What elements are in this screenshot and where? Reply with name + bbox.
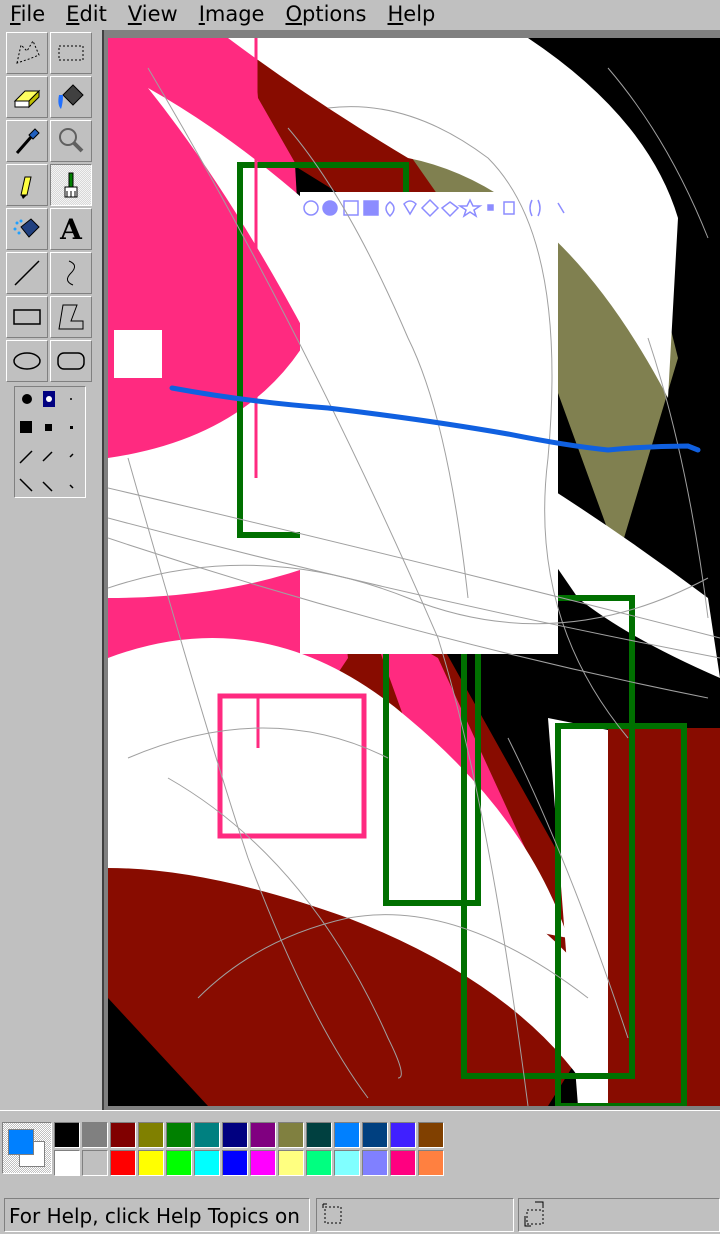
palette-swatch[interactable]	[194, 1122, 220, 1148]
menu-edit[interactable]: Edit	[56, 0, 118, 30]
pick-color-tool[interactable]	[6, 120, 48, 162]
menu-edit-key: E	[66, 2, 80, 26]
palette-swatch[interactable]	[222, 1122, 248, 1148]
select-tool[interactable]	[50, 32, 92, 74]
palette-swatch[interactable]	[110, 1150, 136, 1176]
rectangle-icon	[13, 309, 41, 325]
curve-tool[interactable]	[50, 252, 92, 294]
fill-with-color-icon	[58, 84, 84, 109]
airbrush-icon	[13, 218, 40, 238]
rounded-rectangle-icon	[57, 352, 85, 370]
rounded-rectangle-tool[interactable]	[50, 340, 92, 382]
menu-help-label: elp	[403, 2, 436, 26]
menu-options-label: ptions	[302, 2, 367, 26]
menu-view-label: iew	[141, 2, 178, 26]
airbrush-tool[interactable]	[6, 208, 48, 250]
menu-view[interactable]: View	[118, 0, 189, 30]
palette-swatch[interactable]	[362, 1150, 388, 1176]
eraser-tool[interactable]	[6, 76, 48, 118]
palette-swatch[interactable]	[54, 1122, 80, 1148]
curve-icon	[67, 260, 75, 286]
pick-color-icon	[15, 128, 40, 154]
polygon-icon	[58, 304, 84, 330]
text-tool[interactable]: A	[50, 208, 92, 250]
eraser-icon	[13, 89, 41, 109]
magnifier-icon	[59, 128, 84, 153]
magnifier-tool[interactable]	[50, 120, 92, 162]
brush-icon	[64, 172, 78, 198]
menu-options-key: O	[285, 2, 302, 26]
current-colors	[2, 1122, 52, 1174]
canvas-artwork	[108, 38, 720, 1106]
free-form-select-tool[interactable]	[6, 32, 48, 74]
menu-file-key: F	[10, 2, 21, 26]
ellipse-tool[interactable]	[6, 340, 48, 382]
palette-swatch[interactable]	[418, 1150, 444, 1176]
line-icon	[14, 260, 40, 286]
ellipse-icon	[13, 352, 41, 370]
polygon-tool[interactable]	[50, 296, 92, 338]
palette-swatch[interactable]	[306, 1150, 332, 1176]
brush-options	[14, 386, 86, 498]
tool-box: A	[6, 30, 96, 382]
menu-options[interactable]: Options	[275, 0, 377, 30]
palette-swatch[interactable]	[138, 1150, 164, 1176]
palette-swatch[interactable]	[110, 1122, 136, 1148]
palette-swatch[interactable]	[390, 1150, 416, 1176]
palette-swatch[interactable]	[362, 1122, 388, 1148]
palette-swatch[interactable]	[334, 1150, 360, 1176]
status-bar: For Help, click Help Topics on	[0, 1196, 720, 1234]
drawing-canvas[interactable]	[108, 38, 720, 1106]
palette-swatch[interactable]	[166, 1150, 192, 1176]
palette-swatch[interactable]	[306, 1122, 332, 1148]
free-form-select-icon	[16, 39, 40, 64]
palette-swatch[interactable]	[390, 1122, 416, 1148]
menu-image[interactable]: Image	[189, 0, 276, 30]
menu-bar: File Edit View Image Options Help	[0, 0, 720, 30]
text-icon: A	[60, 212, 82, 246]
brush-shapes-icon[interactable]	[15, 387, 85, 497]
status-help: For Help, click Help Topics on	[4, 1198, 310, 1232]
menu-view-key: V	[127, 2, 142, 26]
menu-file[interactable]: File	[0, 0, 56, 30]
menu-image-label: mage	[204, 2, 265, 26]
menu-help[interactable]: Help	[378, 0, 447, 30]
select-icon	[58, 45, 84, 61]
pencil-tool[interactable]	[6, 164, 48, 206]
rectangle-tool[interactable]	[6, 296, 48, 338]
palette-swatch[interactable]	[278, 1122, 304, 1148]
palette-swatch[interactable]	[250, 1122, 276, 1148]
menu-help-key: H	[387, 2, 404, 26]
palette-swatch[interactable]	[82, 1122, 108, 1148]
line-tool[interactable]	[6, 252, 48, 294]
status-position	[316, 1198, 514, 1232]
pencil-icon	[20, 176, 32, 199]
status-help-text: For Help, click Help Topics on	[9, 1204, 300, 1228]
palette-swatch[interactable]	[334, 1122, 360, 1148]
foreground-color[interactable]	[8, 1129, 34, 1155]
palette-swatch[interactable]	[138, 1122, 164, 1148]
menu-edit-label: dit	[79, 2, 107, 26]
palette-swatch[interactable]	[278, 1150, 304, 1176]
palette-swatch[interactable]	[250, 1150, 276, 1176]
brush-tool[interactable]	[50, 164, 92, 206]
palette-swatch[interactable]	[166, 1122, 192, 1148]
selection-size-icon	[524, 1201, 544, 1227]
palette-swatch[interactable]	[82, 1150, 108, 1176]
menu-file-label: ile	[20, 2, 46, 26]
status-size	[518, 1198, 720, 1232]
palette-swatch[interactable]	[222, 1150, 248, 1176]
fill-with-color-tool[interactable]	[50, 76, 92, 118]
palette-swatch[interactable]	[418, 1122, 444, 1148]
color-palette	[0, 1110, 720, 1195]
palette-swatch[interactable]	[54, 1150, 80, 1176]
cursor-position-icon	[322, 1203, 342, 1224]
palette-swatch[interactable]	[194, 1150, 220, 1176]
